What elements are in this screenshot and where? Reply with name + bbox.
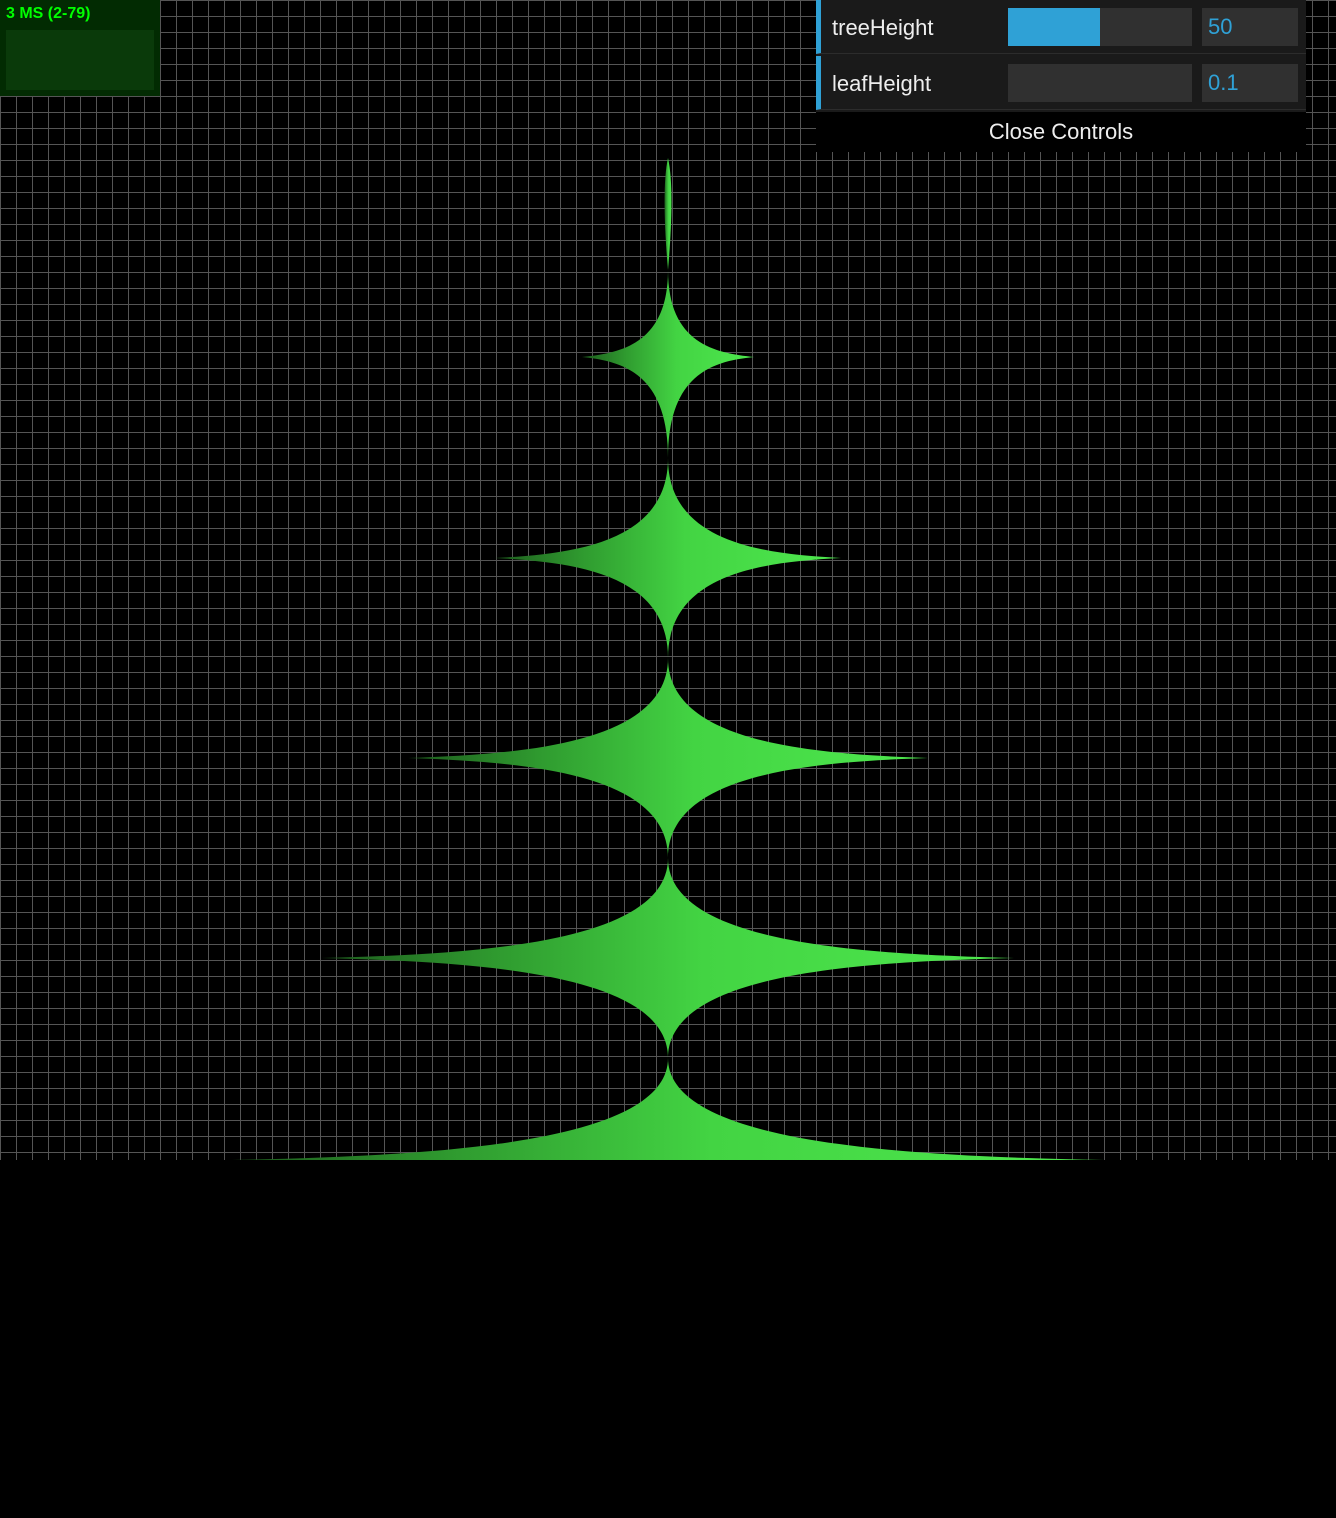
tree-model <box>232 158 1104 1160</box>
tree-tier-3 <box>408 658 928 858</box>
leaf-height-slider[interactable] <box>1008 64 1192 102</box>
control-row-leaf-height: leafHeight <box>816 56 1306 110</box>
stats-panel[interactable]: 3 MS (2-79) <box>0 0 160 96</box>
stats-label: 3 MS (2-79) <box>6 5 91 22</box>
render-viewport[interactable] <box>0 0 1336 1160</box>
tree-top-spike <box>664 158 672 270</box>
tree-height-slider-fill <box>1008 8 1100 46</box>
tree-scene <box>232 158 1104 1160</box>
leaf-height-input[interactable] <box>1202 64 1298 102</box>
tree-height-slider[interactable] <box>1008 8 1192 46</box>
tree-tier-4 <box>322 858 1014 1058</box>
close-controls-button[interactable]: Close Controls <box>816 112 1306 152</box>
tree-height-input[interactable] <box>1202 8 1298 46</box>
stats-graph <box>6 30 154 90</box>
tree-tier-5 <box>232 1058 1104 1160</box>
controls-panel: treeHeight leafHeight Close Controls <box>816 0 1306 152</box>
leaf-height-label: leafHeight <box>832 71 932 96</box>
tree-height-label: treeHeight <box>832 15 934 40</box>
tree-tier-2 <box>495 458 841 658</box>
tree-tier-1 <box>582 270 754 458</box>
control-row-tree-height: treeHeight <box>816 0 1306 54</box>
